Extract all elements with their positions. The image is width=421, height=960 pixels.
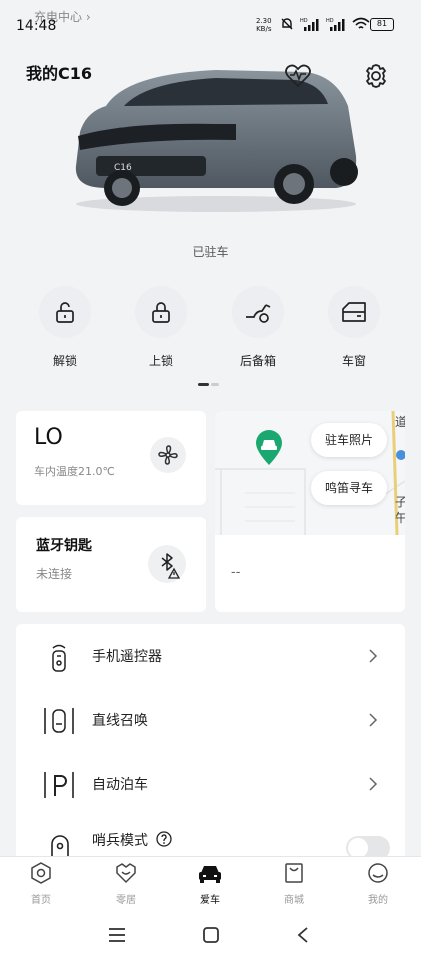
auto-park-icon [44,772,74,798]
back-icon[interactable] [296,926,310,944]
home-icon [31,862,51,884]
climate-setting: LO [34,425,63,450]
vehicle-health-icon[interactable] [284,62,312,90]
car-image: C16 [75,70,358,212]
page-indicator-inactive [211,383,219,386]
network-speed: 2.30 KB/s [256,17,272,33]
network-speed-unit: KB/s [256,25,272,33]
tab-community[interactable]: 零居 [96,861,156,906]
status-time: 14:48 [16,18,57,34]
page-indicator-active [198,383,209,386]
help-icon[interactable] [156,831,172,847]
status-icons: HD HD [280,17,370,31]
home-square-icon[interactable] [202,926,220,944]
trunk-icon [246,304,271,323]
car-location-pin-icon[interactable] [252,427,286,467]
cabin-temperature: 车内温度21.0℃ [34,465,115,478]
lock-icon [152,302,170,323]
bottom-tab-bar: 首页 零居 爱车 商城 我的 [0,856,421,910]
tab-my-car[interactable]: 爱车 [180,861,240,906]
profile-icon [368,863,388,883]
unlock-button[interactable]: 解锁 [25,286,105,369]
tab-profile-label: 我的 [368,895,388,906]
battery-level: 81 [370,18,394,31]
feature-label-auto-park: 自动泊车 [92,777,148,793]
shop-icon [285,863,303,883]
fan-button[interactable] [150,437,186,473]
quick-actions: 解锁 上锁 后备箱 车窗 [0,286,421,369]
parking-address: -- [231,565,241,580]
app-page: 充电中心 › 14:48 2.30 KB/s HD HD 81 我的C16 C1… [0,0,421,960]
tab-community-label: 零居 [116,895,136,906]
parking-photo-button[interactable]: 驻车照片 [311,423,388,457]
chevron-right-icon [369,777,378,791]
unlock-button-bg [39,286,91,338]
mute-icon [281,18,293,30]
signal-hd-icon: HD [300,18,319,31]
tab-shop[interactable]: 商城 [264,861,324,906]
signal-hd-2-icon: HD [326,18,345,31]
phone-remote-icon [52,644,66,672]
map-road-label-3: 午 [395,511,405,525]
svg-text:HD: HD [326,18,334,24]
wifi-icon [352,17,370,29]
feature-row-phone-remote[interactable]: 手机遥控器 [16,624,405,688]
unlock-label: 解锁 [52,354,77,368]
map-road-label-2: 子 [395,495,405,509]
window-icon [342,302,366,322]
parking-status: 已驻车 [192,245,229,259]
feature-row-auto-park[interactable]: 自动泊车 [16,752,405,816]
tab-home[interactable]: 首页 [11,861,71,906]
heart-icon [116,863,136,883]
lock-button-bg [135,286,187,338]
window-button-bg [328,286,380,338]
tab-profile[interactable]: 我的 [348,861,408,906]
trunk-button-bg [232,286,284,338]
unlock-icon [56,302,74,323]
parking-map[interactable]: 道 子 午 驻车照片 鸣笛寻车 [215,411,405,535]
network-speed-value: 2.30 [256,17,272,25]
bluetooth-key-status: 未连接 [36,567,73,581]
fan-icon [158,445,178,465]
lock-button[interactable]: 上锁 [121,286,201,369]
window-button[interactable]: 车窗 [314,286,394,369]
honk-find-car-button[interactable]: 鸣笛寻车 [311,471,388,505]
lock-label: 上锁 [148,354,173,368]
trunk-button[interactable]: 后备箱 [218,286,298,369]
toggle-knob [348,838,368,858]
window-label: 车窗 [341,354,366,368]
system-navigation-bar [0,910,421,960]
sentinel-mode-label: 哨兵模式 [92,833,148,849]
feature-label-phone-remote: 手机遥控器 [92,649,162,665]
tab-home-label: 首页 [31,895,51,906]
tab-my-car-label: 爱车 [200,895,220,906]
bluetooth-key-title: 蓝牙钥匙 [36,538,92,554]
parking-address-card: -- [215,535,405,612]
page-indicator [198,383,222,386]
recent-apps-icon[interactable] [108,927,126,943]
feature-label-straight-summon: 直线召唤 [92,713,148,729]
svg-text:HD: HD [300,18,308,24]
map-road-label-1: 道 [395,415,405,429]
status-bar: 充电中心 › 14:48 2.30 KB/s HD HD 81 [0,0,421,44]
settings-gear-icon[interactable] [362,62,390,90]
chevron-right-icon [369,649,378,663]
bluetooth-warning-icon [161,553,181,579]
straight-summon-icon [44,708,74,734]
car-icon [199,866,221,883]
chevron-right-icon [369,713,378,727]
feature-row-straight-summon[interactable]: 直线召唤 [16,688,405,752]
bluetooth-button[interactable] [148,545,186,583]
tab-shop-label: 商城 [284,895,304,906]
trunk-label: 后备箱 [239,354,276,368]
sentinel-icon [51,835,69,858]
